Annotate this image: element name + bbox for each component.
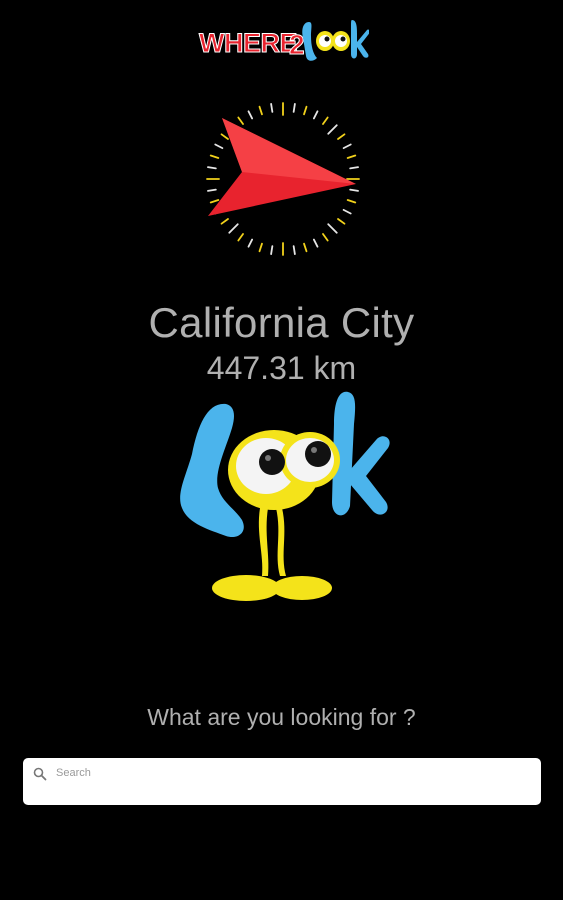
search-icon	[33, 767, 47, 781]
compass-tick	[349, 188, 359, 192]
mascot-leg-right	[276, 508, 286, 576]
mascot-letter-k-arm	[350, 436, 390, 515]
compass-tick	[247, 238, 254, 248]
compass-tick	[220, 133, 229, 140]
compass-tick	[322, 116, 329, 125]
compass-tick	[237, 116, 244, 125]
compass-tick	[327, 223, 338, 234]
compass-tick	[209, 154, 220, 159]
svg-text:WHERE: WHERE	[199, 28, 297, 58]
mascot-pupil-right	[305, 441, 331, 467]
compass-tick	[207, 166, 217, 170]
mascot-leg-left	[258, 508, 269, 576]
compass-tick	[303, 105, 308, 116]
mascot-pupil-left	[259, 449, 285, 475]
compass-tick	[270, 245, 274, 255]
compass-tick	[220, 218, 229, 225]
look-mascot-icon	[168, 384, 398, 608]
compass-tick	[346, 154, 357, 159]
compass-tick	[228, 223, 239, 234]
compass-tick	[327, 124, 338, 135]
compass-tick	[258, 242, 263, 253]
logo-graphic: WHERE 2	[199, 20, 369, 61]
compass-arrow-icon	[204, 100, 362, 258]
compass-tick	[209, 199, 220, 204]
mascot-graphic	[180, 391, 390, 601]
compass-tick	[214, 143, 224, 150]
compass-tick	[312, 110, 319, 120]
compass-tick	[292, 245, 296, 255]
svg-text:2: 2	[289, 29, 305, 60]
compass-tick	[342, 143, 352, 150]
mascot-foot-right	[272, 576, 332, 600]
compass-tick	[270, 103, 274, 113]
destination-distance: 447.31 km	[206, 350, 357, 386]
compass-tick	[258, 105, 263, 116]
search-bar[interactable]	[23, 758, 541, 805]
compass-dial	[206, 102, 360, 256]
compass-tick	[337, 133, 346, 140]
compass-tick	[322, 233, 329, 242]
compass-tick	[247, 110, 254, 120]
search-input[interactable]	[56, 764, 526, 782]
compass-tick	[349, 166, 359, 170]
app-screen: WHERE 2 California City 447.31 km What a…	[0, 0, 563, 900]
compass-tick	[207, 188, 217, 192]
compass-tick	[237, 233, 244, 242]
compass-tick	[337, 218, 346, 225]
compass-tick	[303, 242, 308, 253]
destination-name: California City	[148, 299, 415, 346]
compass-tick	[342, 208, 352, 215]
compass-tick	[312, 238, 319, 248]
compass-tick	[346, 199, 357, 204]
where2look-logo: WHERE 2	[197, 16, 369, 64]
mascot-foot-left	[212, 575, 280, 601]
search-prompt: What are you looking for ?	[147, 704, 416, 730]
compass-tick	[292, 103, 296, 113]
